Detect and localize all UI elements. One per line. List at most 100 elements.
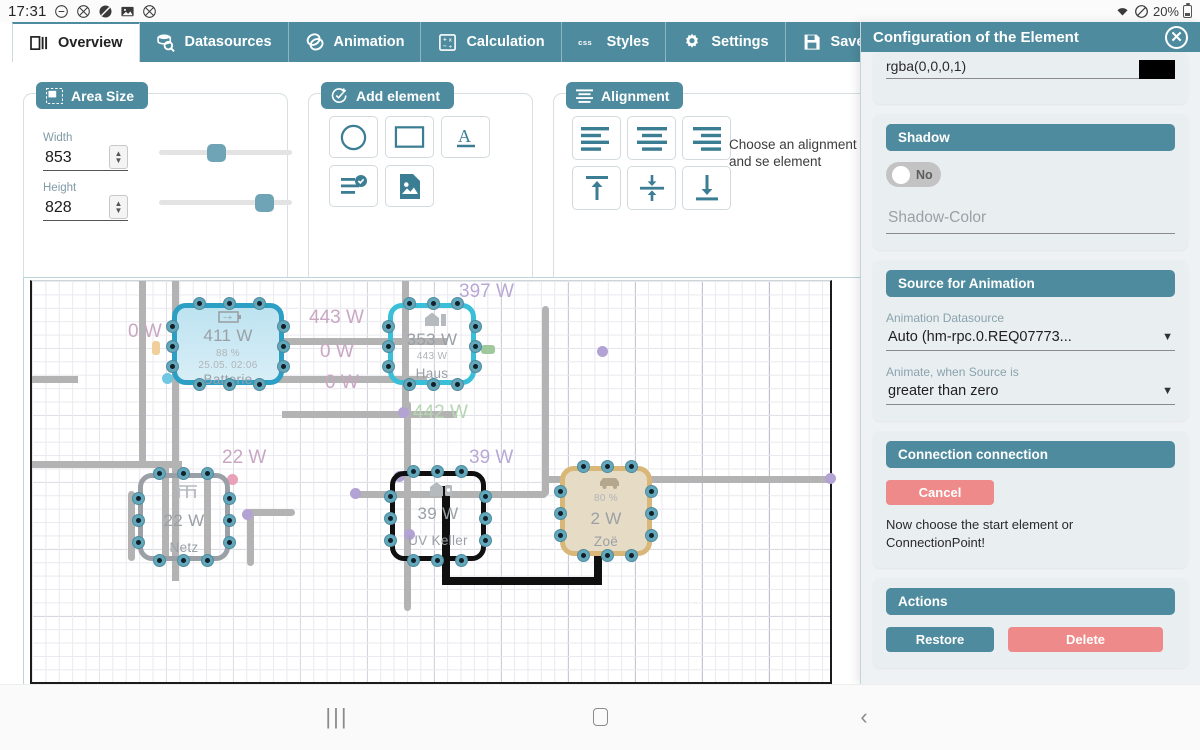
handle-right-3[interactable] xyxy=(469,360,482,373)
handle-right-3[interactable] xyxy=(479,534,492,547)
handle-left-2[interactable] xyxy=(166,340,179,353)
handle-left-1[interactable] xyxy=(554,485,567,498)
handle-left-2[interactable] xyxy=(132,514,145,527)
handle-right-3[interactable] xyxy=(645,529,658,542)
connection-point-5[interactable] xyxy=(350,488,361,499)
node-netz[interactable]: 22 W Netz xyxy=(132,467,236,567)
handle-bottom-right[interactable] xyxy=(201,554,214,567)
connection-point-11[interactable] xyxy=(152,341,160,355)
node-haus[interactable]: 353 W 443 W Haus xyxy=(382,297,482,391)
connection-point-8[interactable] xyxy=(242,509,253,520)
align-center-button[interactable] xyxy=(627,116,676,160)
add-rectangle-button[interactable] xyxy=(385,116,434,158)
recent-apps-button[interactable]: ||| xyxy=(322,702,352,732)
handle-top-right[interactable] xyxy=(253,297,266,310)
handle-top-center[interactable] xyxy=(223,297,236,310)
diagram-canvas[interactable]: 0 W 443 W 397 W 0 W 0 W 442 W 22 W 39 W … xyxy=(30,280,836,684)
connection-point-2[interactable] xyxy=(398,407,409,418)
close-circle-icon[interactable]: ✕ xyxy=(1165,25,1188,49)
node-batterie[interactable]: −+ 411 W 88 % 25.05. 02:06 Batterie xyxy=(166,297,290,391)
handle-bottom-left[interactable] xyxy=(153,554,166,567)
connection-point-1[interactable] xyxy=(162,373,173,384)
handle-left-2[interactable] xyxy=(554,507,567,520)
handle-bottom-center[interactable] xyxy=(177,554,190,567)
color-field-row[interactable]: rgba(0,0,0,1) xyxy=(886,52,1175,79)
add-image-button[interactable] xyxy=(385,165,434,207)
height-slider-thumb[interactable] xyxy=(255,194,274,212)
align-middle-vertical-button[interactable] xyxy=(627,166,676,210)
handle-left-3[interactable] xyxy=(382,360,395,373)
delete-button[interactable]: Delete xyxy=(1008,627,1163,652)
handle-right-1[interactable] xyxy=(645,485,658,498)
handle-top-center[interactable] xyxy=(431,465,444,478)
handle-right-2[interactable] xyxy=(223,514,236,527)
handle-right-2[interactable] xyxy=(479,512,492,525)
handle-left-2[interactable] xyxy=(382,340,395,353)
handle-left-1[interactable] xyxy=(384,490,397,503)
tab-overview[interactable]: Overview xyxy=(12,22,140,62)
align-bottom-button[interactable] xyxy=(682,166,731,210)
handle-bottom-center[interactable] xyxy=(427,378,440,391)
add-list-button[interactable] xyxy=(329,165,378,207)
handle-right-2[interactable] xyxy=(277,340,290,353)
width-slider-thumb[interactable] xyxy=(207,144,226,162)
color-value-text[interactable]: rgba(0,0,0,1) xyxy=(886,58,1139,79)
handle-left-3[interactable] xyxy=(384,534,397,547)
handle-top-right[interactable] xyxy=(625,460,638,473)
handle-top-left[interactable] xyxy=(407,465,420,478)
handle-left-2[interactable] xyxy=(384,512,397,525)
align-left-button[interactable] xyxy=(572,116,621,160)
tab-datasources[interactable]: Datasources xyxy=(139,22,289,62)
handle-top-left[interactable] xyxy=(403,297,416,310)
handle-bottom-left[interactable] xyxy=(403,378,416,391)
shadow-toggle[interactable]: No xyxy=(886,162,941,187)
handle-top-center[interactable] xyxy=(177,467,190,480)
back-chevron-icon[interactable]: ‹ xyxy=(850,702,878,732)
add-circle-button[interactable] xyxy=(329,116,378,158)
handle-right-1[interactable] xyxy=(277,320,290,333)
handle-top-center[interactable] xyxy=(427,297,440,310)
cancel-connection-button[interactable]: Cancel xyxy=(886,480,994,505)
handle-bottom-right[interactable] xyxy=(451,378,464,391)
handle-left-3[interactable] xyxy=(166,360,179,373)
color-swatch[interactable] xyxy=(1139,60,1175,79)
handle-top-right[interactable] xyxy=(451,297,464,310)
handle-bottom-right[interactable] xyxy=(625,549,638,562)
handle-right-3[interactable] xyxy=(277,360,290,373)
handle-left-1[interactable] xyxy=(382,320,395,333)
node-uv-keller[interactable]: 39 W UV Keller xyxy=(384,465,492,567)
handle-right-1[interactable] xyxy=(479,490,492,503)
handle-left-1[interactable] xyxy=(132,492,145,505)
tab-settings[interactable]: Settings xyxy=(666,22,786,62)
handle-right-2[interactable] xyxy=(645,507,658,520)
handle-left-3[interactable] xyxy=(554,529,567,542)
handle-top-right[interactable] xyxy=(201,467,214,480)
connection-point-10[interactable] xyxy=(481,345,495,354)
height-slider[interactable] xyxy=(159,192,292,212)
handle-top-center[interactable] xyxy=(601,460,614,473)
shadow-color-input[interactable]: Shadow-Color xyxy=(886,205,1175,234)
align-right-button[interactable] xyxy=(682,116,731,160)
connection-point-4[interactable] xyxy=(597,346,608,357)
handle-bottom-center[interactable] xyxy=(601,549,614,562)
handle-top-left[interactable] xyxy=(193,297,206,310)
handle-bottom-center[interactable] xyxy=(223,378,236,391)
handle-bottom-left[interactable] xyxy=(577,549,590,562)
handle-right-1[interactable] xyxy=(469,320,482,333)
handle-bottom-left[interactable] xyxy=(407,554,420,567)
width-stepper[interactable]: ▲ ▼ xyxy=(109,145,128,169)
align-top-button[interactable] xyxy=(572,166,621,210)
tab-animation[interactable]: Animation xyxy=(288,22,422,62)
handle-top-left[interactable] xyxy=(153,467,166,480)
tab-calculation[interactable]: + x − ÷ Calculation xyxy=(421,22,562,62)
handle-right-2[interactable] xyxy=(469,340,482,353)
animation-datasource-select[interactable]: Auto (hm-rpc.0.REQ07773... ▼ xyxy=(886,325,1175,351)
handle-bottom-right[interactable] xyxy=(455,554,468,567)
tab-styles[interactable]: css Styles xyxy=(561,22,667,62)
handle-right-3[interactable] xyxy=(223,536,236,549)
width-slider[interactable] xyxy=(159,142,292,162)
height-stepper[interactable]: ▲ ▼ xyxy=(109,195,128,219)
handle-bottom-left[interactable] xyxy=(193,378,206,391)
config-panel-body[interactable]: rgba(0,0,0,1) Shadow No Shadow-Color Sou… xyxy=(861,52,1200,684)
handle-bottom-center[interactable] xyxy=(431,554,444,567)
